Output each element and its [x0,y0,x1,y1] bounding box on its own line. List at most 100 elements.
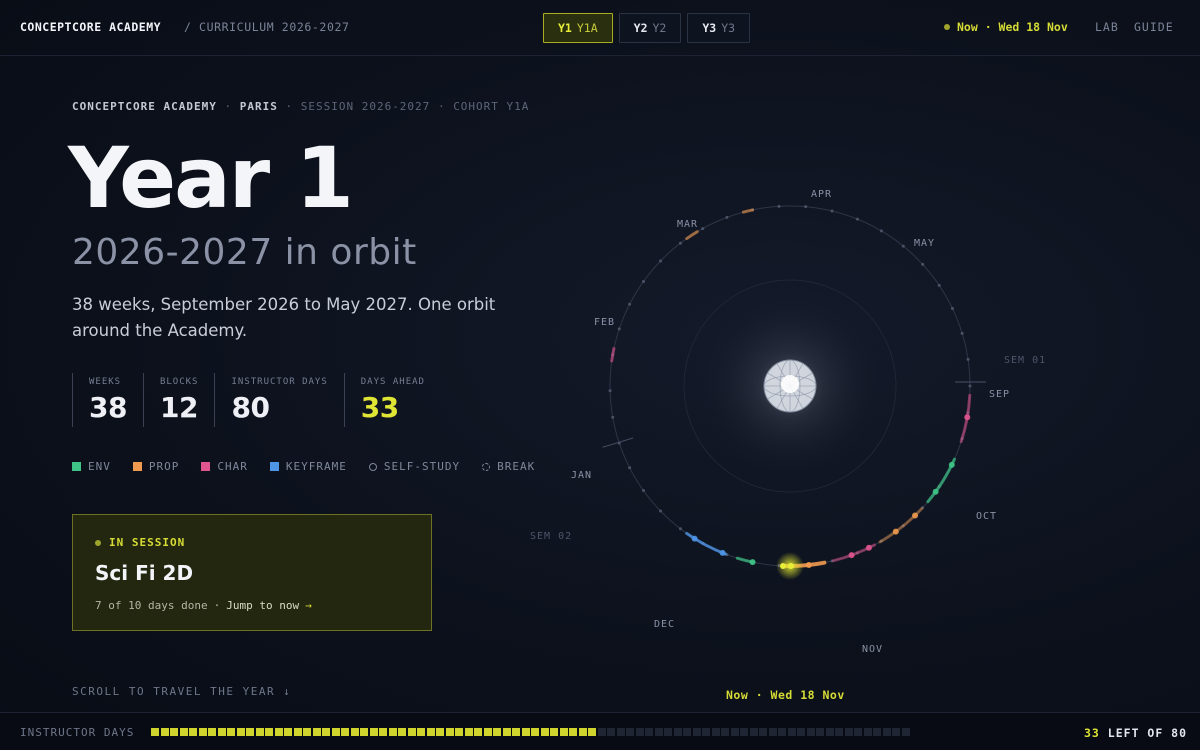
stat-value: 12 [159,391,198,424]
day-cell [217,728,226,736]
session-marker [691,535,698,542]
crumb-separator: · [224,100,233,113]
month-label-nov: NOV [862,644,883,655]
instructor-days-label: INSTRUCTOR DAYS [20,726,135,739]
now-orbit-label: Now · Wed 18 Nov [726,688,845,702]
week-dot [830,209,834,213]
day-cell [436,728,444,736]
day-cell [749,728,758,736]
tab-year-3[interactable]: Y3 Y3 [687,13,751,43]
days-left-text: LEFT OF 80 [1107,726,1188,740]
day-cell [683,728,691,736]
day-cell [569,728,577,736]
session-progress-text: 7 of 10 days done [95,599,208,612]
week-dot [968,384,972,388]
tab-year-1[interactable]: Y1 Y1A [543,13,613,43]
stat-label: DAYS AHEAD [360,377,425,387]
day-cell [227,728,235,736]
day-cell [417,728,425,736]
scroll-hint: SCROLL TO TRAVEL THE YEAR ↓ [72,685,292,698]
week-dot [879,229,883,233]
now-label: Now · Wed 18 Nov [957,20,1068,34]
day-cell [179,728,188,736]
brand-name[interactable]: CONCEPTCORE ACADEMY [20,20,161,34]
session-status-label: IN SESSION [109,536,186,549]
session-marker [719,549,726,556]
legend-label: KEYFRAME [285,460,347,473]
days-left-counter: 33 LEFT OF 80 [1084,726,1187,740]
day-cell [265,728,273,736]
day-cell [274,728,283,736]
segment-prop [741,208,755,214]
week-dot [659,509,663,513]
nav-link-lab[interactable]: LAB [1095,20,1119,34]
week-dot [611,415,615,419]
day-cell [711,728,720,736]
day-cell [588,728,596,736]
day-cell [284,728,292,736]
jump-to-now-link[interactable]: Jump to now [226,599,299,612]
day-cell [607,728,615,736]
crumb-academy: CONCEPTCORE ACADEMY [72,100,217,113]
day-cell [797,728,805,736]
stat-label: BLOCKS [159,377,199,387]
day-cell [702,728,710,736]
day-cell [664,728,672,736]
day-cell [692,728,701,736]
day-cell [407,728,416,736]
legend-item-char: CHAR [201,460,248,473]
day-cell [597,728,606,736]
sun-highlight [781,375,799,393]
stat-blocks: BLOCKS 12 [142,373,215,427]
legend-item-break: BREAK [482,460,535,473]
day-cell [170,728,178,736]
day-cell [825,728,834,736]
day-cell [863,728,872,736]
breadcrumb: CONCEPTCORE ACADEMY · PARIS · SESSION 20… [72,100,529,113]
nav-link-guide[interactable]: GUIDE [1134,20,1174,34]
week-dot [659,259,663,263]
prop-swatch-icon [132,462,142,471]
day-cell [787,728,796,736]
session-marker [912,512,919,519]
day-cell [654,728,663,736]
day-cell [350,728,359,736]
legend-label: BREAK [497,460,536,473]
stat-label: INSTRUCTOR DAYS [231,377,328,387]
legend-label: PROP [148,460,180,473]
day-cell [455,728,463,736]
legend-label: ENV [88,460,111,473]
day-cell [835,728,843,736]
session-marker [848,552,855,559]
day-cell [816,728,824,736]
week-dot [641,279,645,283]
now-indicator[interactable]: Now · Wed 18 Nov [944,20,1068,34]
top-bar: CONCEPTCORE ACADEMY / CURRICULUM 2026-20… [0,0,1200,56]
day-cell [341,728,349,736]
day-cell [768,728,777,736]
week-dot [960,331,964,335]
week-dot [855,217,859,221]
session-marker [749,559,756,566]
orbit-diagram[interactable]: SEP OCT NOV DEC JAN FEB MAR APR MAY SEM … [530,160,1045,680]
month-label-feb: FEB [594,317,615,328]
week-dot [701,227,705,231]
day-cell [578,728,587,736]
month-label-sep: SEP [989,389,1010,400]
session-marker [932,488,939,495]
tab-year-2[interactable]: Y2 Y2 [618,13,682,43]
day-cell [388,728,397,736]
week-dot [608,389,612,393]
page-title: Year 1 [68,129,354,227]
day-cell [521,728,530,736]
tab-cohort-label: Y1A [576,21,598,35]
segment-prop [685,230,699,241]
week-dot [950,307,954,311]
day-cell [721,728,729,736]
day-cell [854,728,862,736]
day-cell [198,728,207,736]
legend-label: SELF-STUDY [383,460,461,473]
current-session-card[interactable]: IN SESSION Sci Fi 2D 7 of 10 days done ·… [72,514,432,631]
week-dot [628,302,632,306]
month-label-apr: APR [811,189,832,200]
